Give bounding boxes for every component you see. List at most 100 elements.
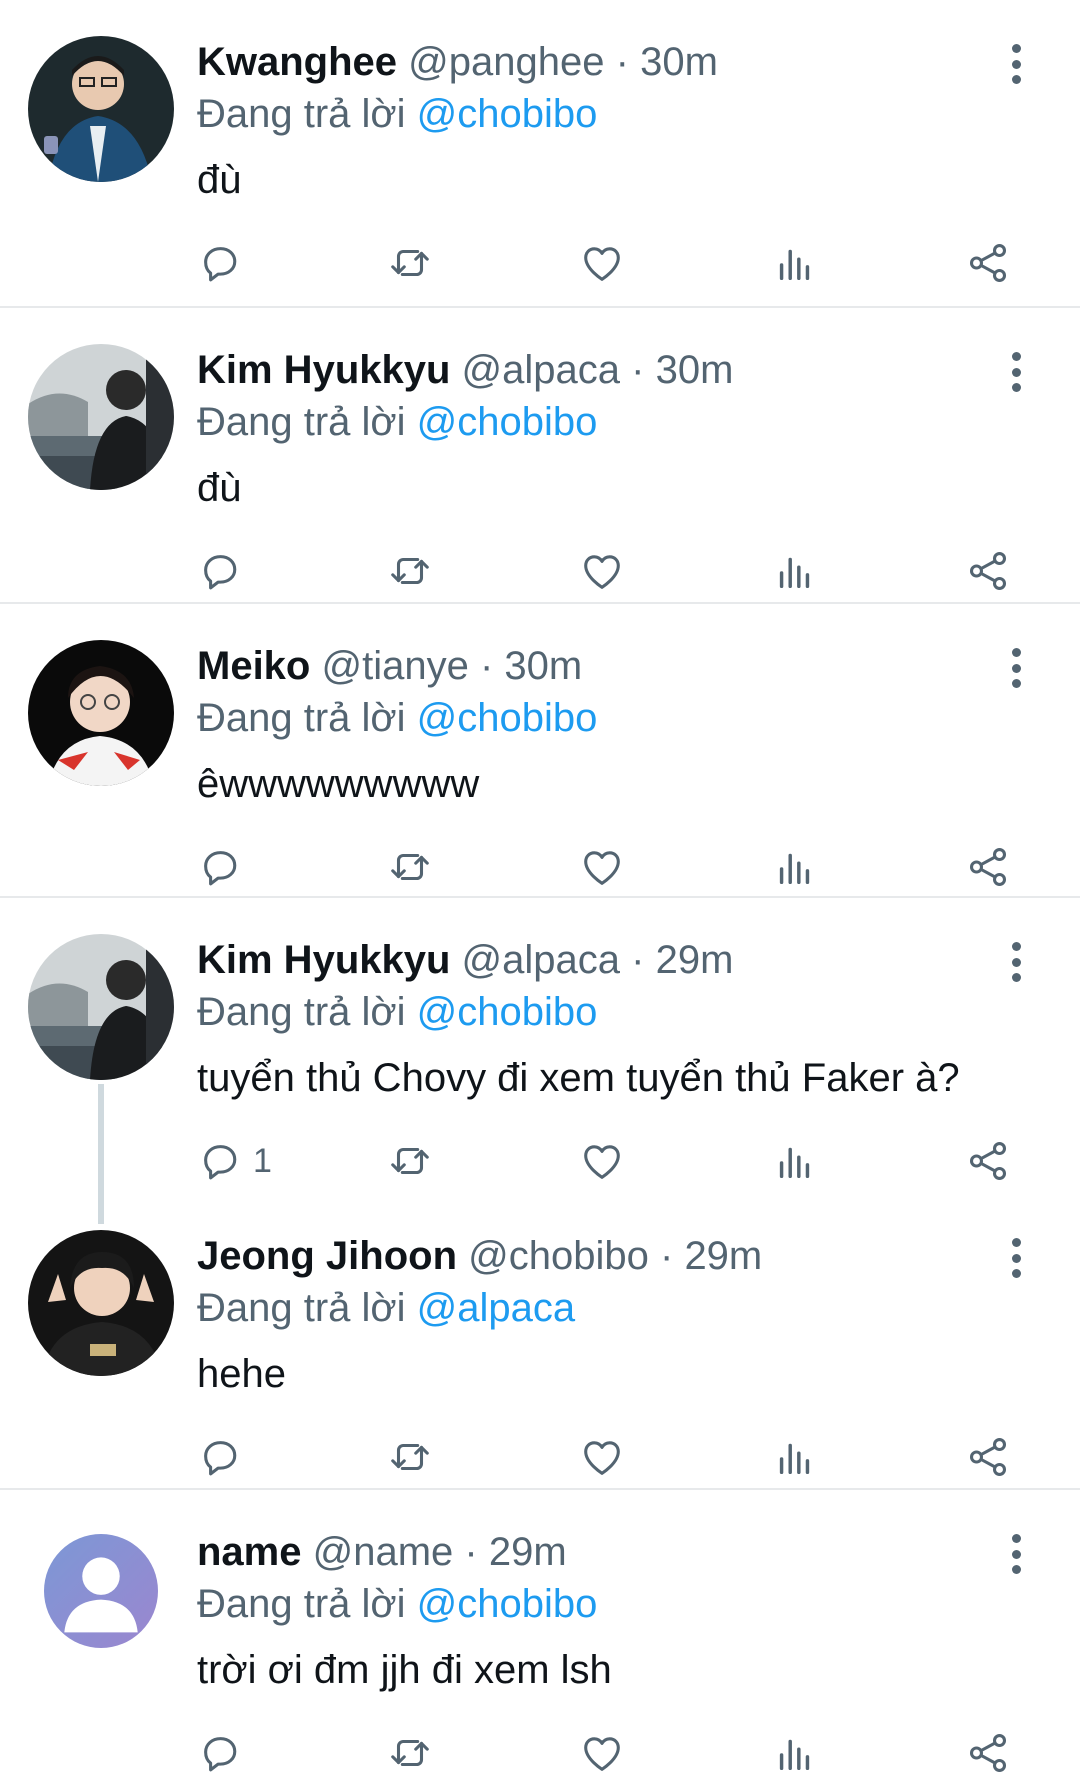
avatar[interactable] — [28, 640, 174, 786]
user-handle[interactable]: @tianye — [321, 644, 468, 688]
like-button[interactable] — [579, 1432, 625, 1482]
avatar[interactable] — [28, 36, 174, 182]
share-button[interactable] — [965, 238, 1011, 288]
display-name[interactable]: Kwanghee — [197, 40, 397, 84]
share-icon — [969, 1734, 1007, 1772]
retweet-button[interactable] — [387, 546, 433, 596]
timestamp[interactable]: 30m — [640, 40, 718, 84]
tweet[interactable]: Jeong Jihoon @chobibo · 29m Đang trả lời… — [0, 1194, 1080, 1490]
more-vertical-icon[interactable] — [1004, 44, 1028, 84]
user-handle[interactable]: @panghee — [408, 40, 604, 84]
user-handle[interactable]: @name — [313, 1530, 454, 1574]
reply-icon — [204, 555, 237, 590]
retweet-icon — [391, 1443, 429, 1471]
retweet-icon — [391, 249, 429, 277]
reply-context: Đang trả lời @alpaca — [197, 1282, 575, 1334]
heart-icon — [584, 1441, 620, 1475]
views-button[interactable] — [772, 546, 818, 596]
reply-context: Đang trả lời @chobibo — [197, 1578, 597, 1630]
retweet-button[interactable] — [387, 842, 433, 892]
share-button[interactable] — [965, 1432, 1011, 1482]
separator-dot: · — [464, 1530, 478, 1574]
views-button[interactable] — [772, 1728, 818, 1778]
retweet-button[interactable] — [387, 1728, 433, 1778]
display-name[interactable]: Kim Hyukkyu — [197, 348, 450, 392]
avatar[interactable] — [44, 1534, 158, 1648]
reply-button[interactable] — [197, 1728, 253, 1778]
tweet-actions — [197, 1432, 1027, 1482]
reply-mention-link[interactable]: @chobibo — [417, 400, 598, 444]
reply-mention-link[interactable]: @chobibo — [417, 1582, 598, 1626]
views-button[interactable] — [772, 842, 818, 892]
reply-mention-link[interactable]: @chobibo — [417, 92, 598, 136]
display-name[interactable]: name — [197, 1530, 302, 1574]
display-name[interactable]: Meiko — [197, 644, 310, 688]
reply-icon — [204, 1145, 237, 1180]
views-button[interactable] — [772, 238, 818, 288]
reply-mention-link[interactable]: @alpaca — [417, 1286, 575, 1330]
views-icon — [779, 1739, 810, 1771]
user-handle[interactable]: @alpaca — [462, 938, 620, 982]
like-button[interactable] — [579, 1728, 625, 1778]
share-button[interactable] — [965, 1136, 1011, 1186]
reply-prefix: Đang trả lời — [197, 1582, 406, 1626]
share-button[interactable] — [965, 1728, 1011, 1778]
tweet-actions: 1 — [197, 1136, 1027, 1186]
retweet-button[interactable] — [387, 1432, 433, 1482]
retweet-button[interactable] — [387, 1136, 433, 1186]
more-vertical-icon[interactable] — [1004, 1238, 1028, 1278]
timestamp[interactable]: 29m — [656, 938, 734, 982]
views-icon — [779, 1147, 810, 1179]
tweet-header: Jeong Jihoon @chobibo · 29m — [197, 1230, 762, 1282]
heart-icon — [584, 1737, 620, 1771]
avatar[interactable] — [28, 934, 174, 1080]
timestamp[interactable]: 29m — [684, 1234, 762, 1278]
reply-button[interactable] — [197, 842, 253, 892]
display-name[interactable]: Jeong Jihoon — [197, 1234, 457, 1278]
views-icon — [779, 557, 810, 589]
avatar[interactable] — [28, 1230, 174, 1376]
like-button[interactable] — [579, 238, 625, 288]
more-vertical-icon[interactable] — [1004, 942, 1028, 982]
like-button[interactable] — [579, 1136, 625, 1186]
reply-button[interactable]: 1 — [197, 1136, 272, 1186]
user-handle[interactable]: @chobibo — [468, 1234, 649, 1278]
like-button[interactable] — [579, 842, 625, 892]
reply-button[interactable] — [197, 1432, 253, 1482]
tweet-header: name @name · 29m — [197, 1526, 567, 1578]
share-icon — [969, 552, 1007, 590]
share-icon — [969, 1142, 1007, 1180]
reply-mention-link[interactable]: @chobibo — [417, 696, 598, 740]
share-button[interactable] — [965, 842, 1011, 892]
reply-mention-link[interactable]: @chobibo — [417, 990, 598, 1034]
timestamp[interactable]: 30m — [504, 644, 582, 688]
share-button[interactable] — [965, 546, 1011, 596]
like-button[interactable] — [579, 546, 625, 596]
views-button[interactable] — [772, 1432, 818, 1482]
tweet[interactable]: name @name · 29m Đang trả lời @chobibo t… — [0, 1490, 1080, 1781]
tweet[interactable]: Meiko @tianye · 30m Đang trả lời @chobib… — [0, 604, 1080, 898]
timestamp[interactable]: 29m — [489, 1530, 567, 1574]
reply-prefix: Đang trả lời — [197, 400, 406, 444]
tweet-text: đù — [197, 466, 242, 510]
tweet[interactable]: Kim Hyukkyu @alpaca · 30m Đang trả lời @… — [0, 308, 1080, 604]
more-vertical-icon[interactable] — [1004, 352, 1028, 392]
display-name[interactable]: Kim Hyukkyu — [197, 938, 450, 982]
tweet-actions — [197, 546, 1027, 596]
tweet-actions — [197, 842, 1027, 892]
user-handle[interactable]: @alpaca — [462, 348, 620, 392]
tweet[interactable]: Kim Hyukkyu @alpaca · 29m Đang trả lời @… — [0, 898, 1080, 1194]
avatar[interactable] — [28, 344, 174, 490]
timestamp[interactable]: 30m — [656, 348, 734, 392]
more-vertical-icon[interactable] — [1004, 648, 1028, 688]
retweet-button[interactable] — [387, 238, 433, 288]
more-vertical-icon[interactable] — [1004, 1534, 1028, 1574]
tweet[interactable]: Kwanghee @panghee · 30m Đang trả lời @ch… — [0, 0, 1080, 308]
views-button[interactable] — [772, 1136, 818, 1186]
separator-dot: · — [631, 938, 645, 982]
tweet-text: trời ơi đm jjh đi xem lsh — [197, 1648, 612, 1692]
reply-context: Đang trả lời @chobibo — [197, 692, 597, 744]
reply-count: 1 — [253, 1141, 272, 1180]
reply-button[interactable] — [197, 238, 253, 288]
reply-button[interactable] — [197, 546, 253, 596]
